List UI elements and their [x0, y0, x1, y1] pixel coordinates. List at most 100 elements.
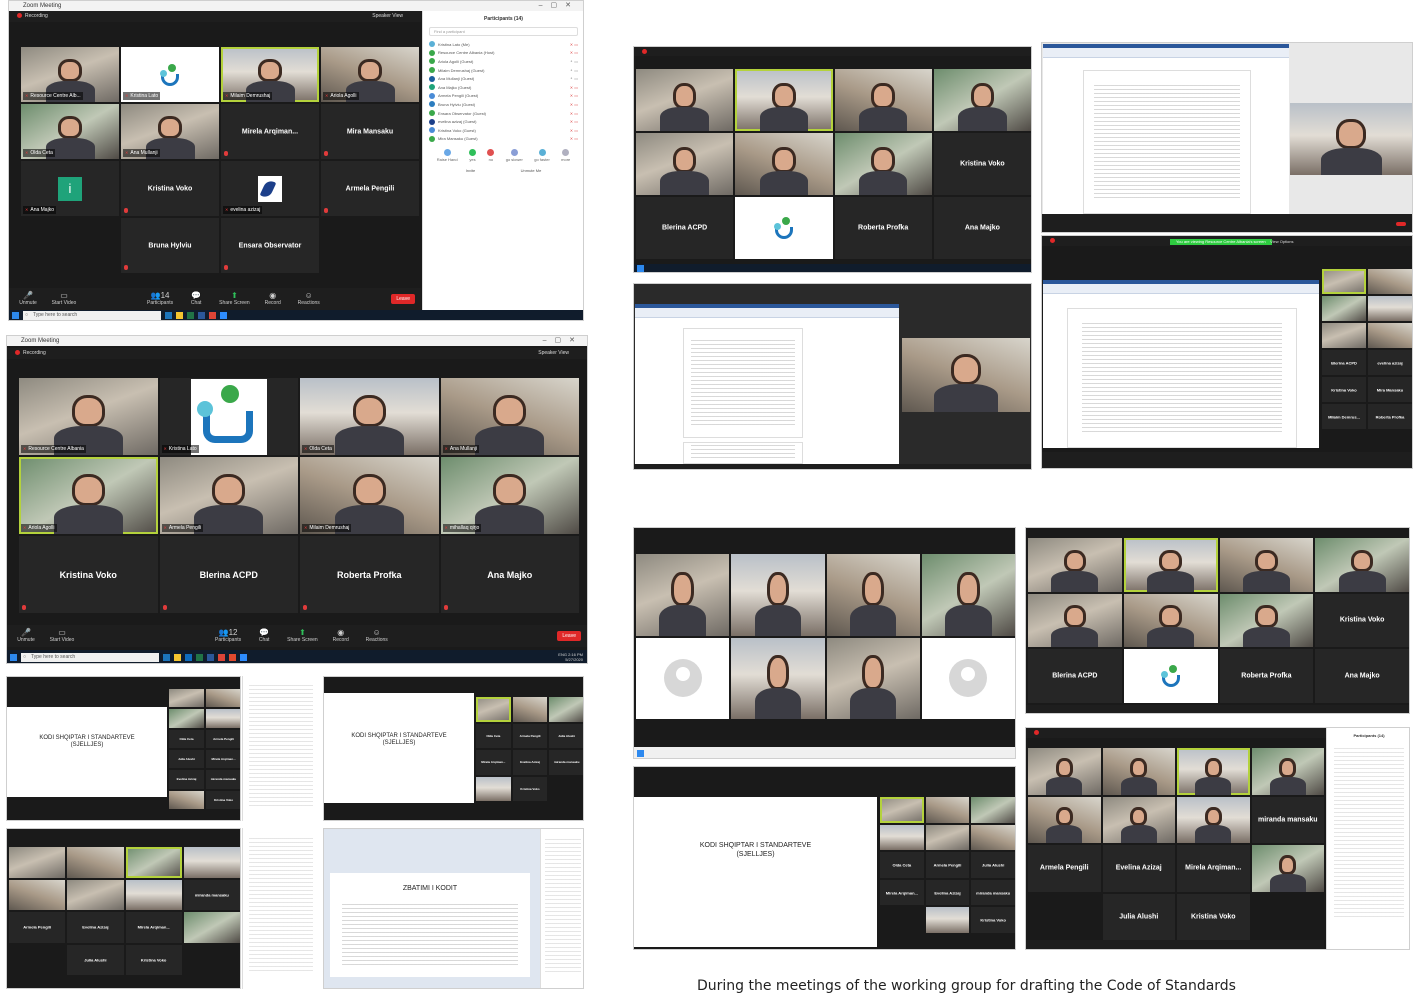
video-tile[interactable]: [1315, 538, 1409, 592]
excel-icon[interactable]: [187, 312, 194, 319]
video-tile[interactable]: iAna Majko: [21, 161, 119, 216]
participant-row[interactable]: Mira Mansaku (Guest) ✕ ▭: [429, 135, 578, 144]
video-tile[interactable]: miranda mansaku: [549, 750, 583, 775]
video-tile[interactable]: evelina azizaj: [1368, 350, 1412, 375]
speaker-view-button[interactable]: Speaker View: [372, 11, 403, 22]
video-tile[interactable]: [834, 69, 932, 131]
video-tile[interactable]: Ana Majko: [1315, 649, 1409, 703]
video-tile[interactable]: [925, 907, 970, 933]
windows-start-icon[interactable]: [637, 749, 644, 757]
video-tile[interactable]: [1322, 296, 1366, 321]
video-tile[interactable]: [67, 847, 124, 878]
video-tile[interactable]: [1028, 796, 1101, 843]
video-tile[interactable]: [1102, 748, 1175, 795]
video-tile[interactable]: Ariola Agolli: [321, 47, 419, 102]
video-tile[interactable]: Mirela Arqiman...: [125, 912, 182, 943]
video-tile[interactable]: Mirela Arqiman...: [206, 750, 240, 769]
edge-icon[interactable]: [163, 653, 170, 661]
reactions-button[interactable]: ☺ Reactions: [364, 628, 390, 644]
video-tile[interactable]: Evelina Azizaj: [1102, 845, 1175, 892]
edge-icon[interactable]: [165, 312, 172, 319]
video-tile[interactable]: miranda mansaku: [1251, 796, 1324, 843]
find-participant-input[interactable]: Find a participant: [429, 27, 578, 36]
participant-row[interactable]: Armela Pengili (Guest) ✕ ▭: [429, 92, 578, 101]
video-tile[interactable]: Bruna Hylviu: [121, 218, 219, 273]
video-tile[interactable]: [731, 554, 825, 636]
more-button[interactable]: more: [561, 149, 570, 162]
video-tile[interactable]: Kristina Lato: [159, 378, 298, 455]
video-tile[interactable]: [971, 797, 1015, 823]
video-tile[interactable]: [636, 637, 730, 719]
video-tile-active[interactable]: [1177, 748, 1250, 795]
video-tile[interactable]: Mira Mansaku: [321, 104, 419, 159]
video-tile[interactable]: Ana Majko: [440, 536, 579, 613]
video-tile[interactable]: [1123, 593, 1218, 648]
video-tile[interactable]: [834, 133, 932, 195]
video-tile[interactable]: [169, 709, 204, 728]
video-tile-active[interactable]: [1123, 538, 1218, 592]
video-tile[interactable]: Julia Alushi: [1102, 893, 1175, 940]
start-video-button[interactable]: ▭ Start Video: [51, 291, 77, 307]
video-tile[interactable]: Roberta Profka: [1219, 649, 1314, 703]
video-tile[interactable]: Mirela Arqiman...: [880, 879, 924, 906]
word-icon[interactable]: [198, 312, 205, 319]
video-tile[interactable]: evelina azizaj: [221, 161, 319, 216]
zoom-icon[interactable]: [220, 312, 227, 319]
video-tile-active[interactable]: [125, 847, 182, 878]
video-tile[interactable]: Olda Ceta: [476, 723, 511, 748]
video-tile[interactable]: [735, 197, 833, 259]
video-tile[interactable]: Julia Alushi: [549, 723, 583, 748]
video-tile[interactable]: Olda Ceta: [21, 104, 119, 159]
window-controls[interactable]: –▢✕: [543, 336, 583, 346]
video-tile[interactable]: Kristina Voko: [121, 161, 219, 216]
participant-row[interactable]: Bruna Hylviu (Guest) ✕ ▭: [429, 100, 578, 109]
record-button[interactable]: ◉ Record: [328, 628, 354, 644]
video-tile[interactable]: Mirela Arqiman...: [1177, 845, 1250, 892]
video-tile[interactable]: [206, 709, 240, 728]
video-tile[interactable]: [67, 879, 124, 910]
video-tile[interactable]: Kristina Voko: [206, 790, 240, 809]
no-button[interactable]: no: [487, 149, 495, 162]
video-tile[interactable]: [921, 637, 1015, 719]
video-tile[interactable]: [636, 133, 734, 195]
video-tile[interactable]: [1368, 269, 1412, 294]
video-tile[interactable]: Olda Ceta: [169, 729, 204, 748]
video-tile[interactable]: [549, 697, 583, 722]
windows-start-icon[interactable]: [637, 265, 644, 272]
video-tile[interactable]: Mirela Arqiman...: [476, 750, 511, 775]
share-screen-button[interactable]: ⬆ Share Screen: [287, 628, 318, 644]
participants-button[interactable]: 👥14 Participants: [147, 291, 173, 307]
video-tile[interactable]: [1028, 593, 1122, 648]
video-tile[interactable]: miranda mansaku: [971, 879, 1015, 906]
video-tile[interactable]: [1251, 748, 1324, 795]
video-tile[interactable]: [925, 824, 970, 851]
speaker-video-tile[interactable]: [1290, 103, 1412, 175]
video-tile[interactable]: Milaim Demrus...: [1322, 404, 1366, 429]
video-tile[interactable]: [1251, 845, 1324, 892]
taskbar-search-input[interactable]: Type here to search: [23, 311, 161, 320]
leave-button[interactable]: [1396, 221, 1406, 226]
video-tile[interactable]: Julia Alushi: [169, 750, 204, 769]
video-tile[interactable]: [925, 797, 970, 823]
video-tile-active[interactable]: [1322, 269, 1366, 294]
video-tile[interactable]: Armela Pengili: [9, 912, 66, 943]
video-tile[interactable]: Kristina Voko: [971, 907, 1015, 933]
video-tile[interactable]: [826, 637, 920, 719]
video-tile[interactable]: [476, 776, 511, 801]
video-tile[interactable]: [880, 824, 924, 851]
video-tile[interactable]: Julia Alushi: [67, 944, 124, 975]
video-tile[interactable]: [169, 689, 204, 708]
video-tile[interactable]: Evelina Azizaj: [169, 770, 204, 789]
video-tile[interactable]: [512, 697, 548, 722]
go-slower-button[interactable]: go slower: [506, 149, 523, 162]
unmute-button[interactable]: 🎤 Unmute: [15, 291, 41, 307]
go-faster-button[interactable]: go faster: [534, 149, 550, 162]
taskbar-search-input[interactable]: Type here to search: [21, 652, 159, 662]
video-tile[interactable]: mihallaq qirjo: [440, 457, 579, 534]
video-tile[interactable]: [731, 637, 825, 719]
video-tile[interactable]: Resource Centre Alb...: [21, 47, 119, 102]
start-video-button[interactable]: ▭ Start Video: [49, 628, 75, 644]
video-tile[interactable]: [921, 554, 1015, 636]
video-tile[interactable]: [735, 133, 833, 195]
video-tile[interactable]: Armela Pengili: [512, 723, 548, 748]
